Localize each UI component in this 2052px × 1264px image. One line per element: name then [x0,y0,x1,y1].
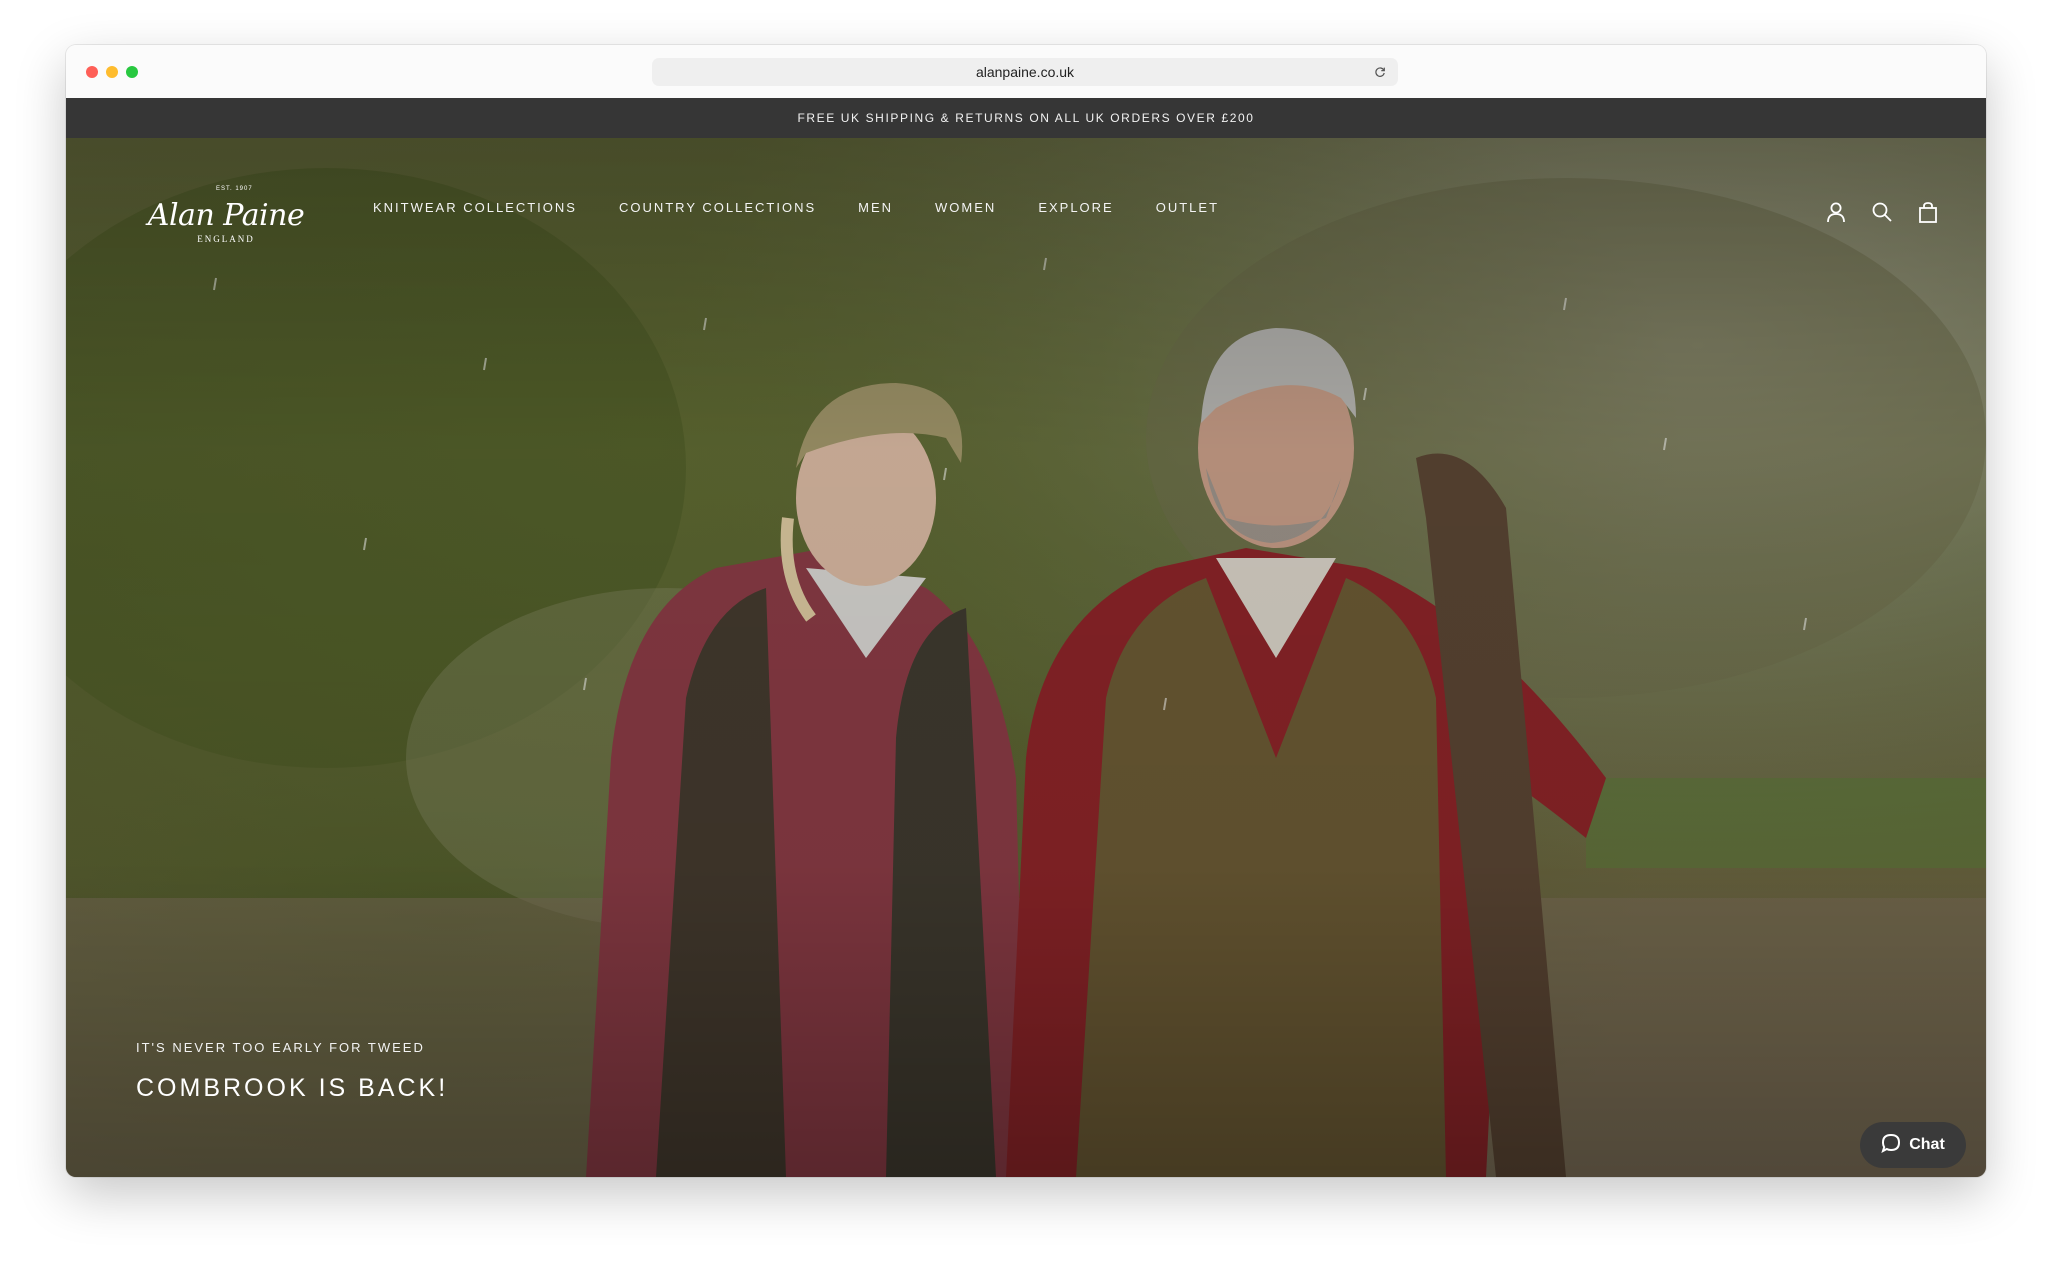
brand-logo[interactable]: EST. 1907 Alan Paine ENGLAND [146,186,306,246]
browser-window: alanpaine.co.uk FREE UK SHIPPING & RETUR… [66,45,1986,1177]
address-bar[interactable]: alanpaine.co.uk [652,58,1398,86]
close-window-button[interactable] [86,66,98,78]
chat-label: Chat [1909,1136,1945,1153]
address-text: alanpaine.co.uk [975,64,1075,80]
maximize-window-button[interactable] [126,66,138,78]
reload-icon[interactable] [1372,58,1388,86]
hero-headline[interactable]: COMBROOK IS BACK! [136,1074,448,1103]
bag-icon[interactable] [1916,200,1940,224]
nav-item-men[interactable]: MEN [858,200,893,215]
nav-item-women[interactable]: WOMEN [935,200,996,215]
logo-wordmark: Alan Paine [147,198,305,233]
nav-item-explore[interactable]: EXPLORE [1038,200,1113,215]
announcement-bar: FREE UK SHIPPING & RETURNS ON ALL UK ORD… [66,98,1986,138]
nav-item-country-collections[interactable]: COUNTRY COLLECTIONS [619,200,816,215]
chat-button[interactable]: Chat [1860,1122,1966,1168]
minimize-window-button[interactable] [106,66,118,78]
header-icons [1824,200,1940,224]
logo-country: ENGLAND [197,234,255,244]
nav-item-knitwear-collections[interactable]: KNITWEAR COLLECTIONS [373,200,577,215]
hero-banner[interactable]: EST. 1907 Alan Paine ENGLAND KNITWEAR CO… [66,138,1986,1177]
search-icon[interactable] [1870,200,1894,224]
browser-titlebar: alanpaine.co.uk [66,45,1986,99]
hero-overlay [66,138,1986,1177]
hero-kicker: IT'S NEVER TOO EARLY FOR TWEED [136,1040,425,1055]
nav-item-outlet[interactable]: OUTLET [1156,200,1219,215]
logo-est: EST. 1907 [216,186,253,192]
chat-bubble-icon [1881,1133,1901,1158]
announcement-text: FREE UK SHIPPING & RETURNS ON ALL UK ORD… [797,111,1255,125]
main-navigation: KNITWEAR COLLECTIONS COUNTRY COLLECTIONS… [373,200,1219,215]
account-icon[interactable] [1824,200,1848,224]
